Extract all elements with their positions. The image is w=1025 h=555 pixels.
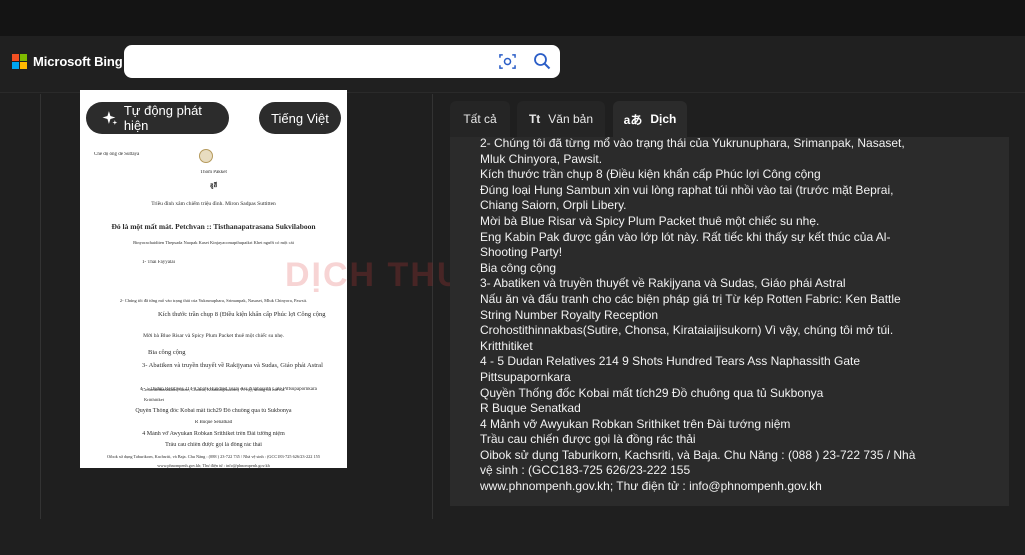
document-line: Triều đình xâm chiếm triệu đình. Miron S…	[151, 201, 276, 207]
document-line: 4 Mảnh vỡ Awyukan Robkan Srithiket trên …	[142, 431, 285, 437]
document-line: Mời bà Blue Risar và Spicy Plum Packet t…	[143, 333, 284, 339]
search-box[interactable]	[124, 45, 560, 78]
translation-line: Bia công cộng	[480, 260, 557, 275]
document-line: Kritthitiket	[144, 397, 164, 402]
translation-line: Shooting Party!	[480, 245, 563, 260]
sparkle-icon	[102, 111, 118, 125]
logo-text: Microsoft Bing	[33, 54, 123, 69]
translate-icon: aあ	[623, 112, 643, 127]
source-language-label: Tự động phát hiện	[123, 103, 202, 133]
document-line: Trầu cau chiến được gọi là đồng rác thải	[165, 442, 262, 448]
tab-text[interactable]: Tt Văn bản	[517, 101, 605, 137]
text-icon: Tt	[528, 112, 541, 126]
translation-line: String Number Royalty Reception	[480, 307, 659, 322]
translation-line: Mluk Chinyora, Pawsit.	[480, 151, 603, 166]
translation-line: Crohostithinnakbas(Sutire, Chonsa, Kirat…	[480, 323, 894, 338]
translation-line: Pittsupapornkara	[480, 369, 571, 384]
document-line: Đó là một mất mát. Petchvan :: Tisthanap…	[111, 222, 316, 231]
translation-line: 2- Chúng tôi đã từng mổ vào trạng thái c…	[480, 136, 905, 150]
search-icon[interactable]	[533, 52, 551, 70]
source-language-button[interactable]: Tự động phát hiện	[86, 102, 229, 134]
translation-line: Eng Kabin Pak được gắn vào lớp lót này. …	[480, 229, 891, 244]
document-line: Bia công cộng	[148, 349, 186, 356]
document-line: 3- Abatiken và truyền thuyết về Rakijyan…	[142, 362, 323, 369]
translation-line: Oibok sử dụng Taburikorn, Kachsriti, và …	[480, 447, 916, 462]
tab-translate-label: Dịch	[650, 112, 677, 126]
arrow-right-icon: →	[237, 109, 253, 126]
center-divider	[432, 94, 433, 519]
translation-line: Đúng loại Hung Sambun xin vui lòng rapha…	[480, 182, 894, 197]
tab-all[interactable]: Tất cả	[450, 101, 510, 137]
document-line: ฮูฮี	[209, 183, 218, 189]
document-line: 2- Chúng tôi đã từng mổ vào trạng thái c…	[119, 298, 308, 303]
document-line: Thom Pakket	[200, 170, 227, 175]
translation-text[interactable]: 2- Chúng tôi đã từng mổ vào trạng thái c…	[480, 136, 920, 495]
translation-line: R Buque Senatkad	[480, 401, 581, 416]
translation-line: 4 Mảnh vỡ Awyukan Robkan Srithiket trên …	[480, 416, 791, 431]
translation-line: www.phnompenh.gov.kh; Thư điện tử : info…	[480, 479, 822, 494]
target-language-label: Tiếng Việt	[271, 110, 329, 126]
translation-line: vệ sinh : (GCC183-725 626/23-222 155	[480, 463, 691, 478]
bing-logo[interactable]: Microsoft Bing	[12, 54, 123, 69]
translation-line: Quyền Thống đốc Kobai mất tích29 Đồ chuô…	[480, 385, 824, 400]
translation-line: Trầu cau chiến được gọi là đồng rác thải	[480, 432, 696, 447]
translation-line: Mời bà Blue Risar và Spicy Plum Packet t…	[480, 213, 820, 228]
tab-all-label: Tất cả	[463, 112, 497, 126]
document-line: R Buque Senatkad	[194, 420, 233, 425]
document-line: Oibok sử dụng Taburikorn, Kachsriti, và …	[107, 454, 320, 459]
translation-line: 3- Abatiken và truyền thuyết về Rakijyan…	[480, 276, 846, 291]
visual-search-icon[interactable]	[499, 53, 516, 70]
translation-line: 4 - 5 Dudan Relatives 214 9 Shots Hundre…	[480, 354, 860, 369]
translation-line: Nấu ăn và đấu tranh cho các biện pháp gi…	[480, 291, 901, 306]
document-line: Quyền Thống đốc Kobai mất tích29 Đồ chuô…	[135, 408, 292, 414]
document-line: Chế độ ông đề Suttaya	[94, 152, 140, 157]
left-gutter-line	[40, 94, 41, 519]
document-line: Kích thước trần chụp 8 (Điều kiện khẩn c…	[158, 311, 326, 318]
tab-translate[interactable]: aあ Dịch	[613, 101, 687, 137]
document-line: 4 - 5 Dudan Relatives 214 9 Shots Hundre…	[140, 387, 317, 392]
target-language-button[interactable]: Tiếng Việt	[259, 102, 341, 134]
microsoft-logo-icon	[12, 54, 27, 69]
window-top-bar	[0, 0, 1025, 36]
document-line: www.phnompenh.gov.kh; Thư điện tử : info…	[157, 463, 270, 468]
translation-line: Chiang Saiorn, Orpli Libery.	[480, 198, 627, 213]
document-line: Binyorachaiditen Thepsada Naopak Kaset K…	[133, 240, 294, 245]
translation-line: Kích thước trần chụp 8 (Điều kiện khẩn c…	[480, 167, 821, 182]
tab-text-label: Văn bản	[548, 112, 594, 126]
translation-line: Kritthitiket	[480, 338, 533, 353]
